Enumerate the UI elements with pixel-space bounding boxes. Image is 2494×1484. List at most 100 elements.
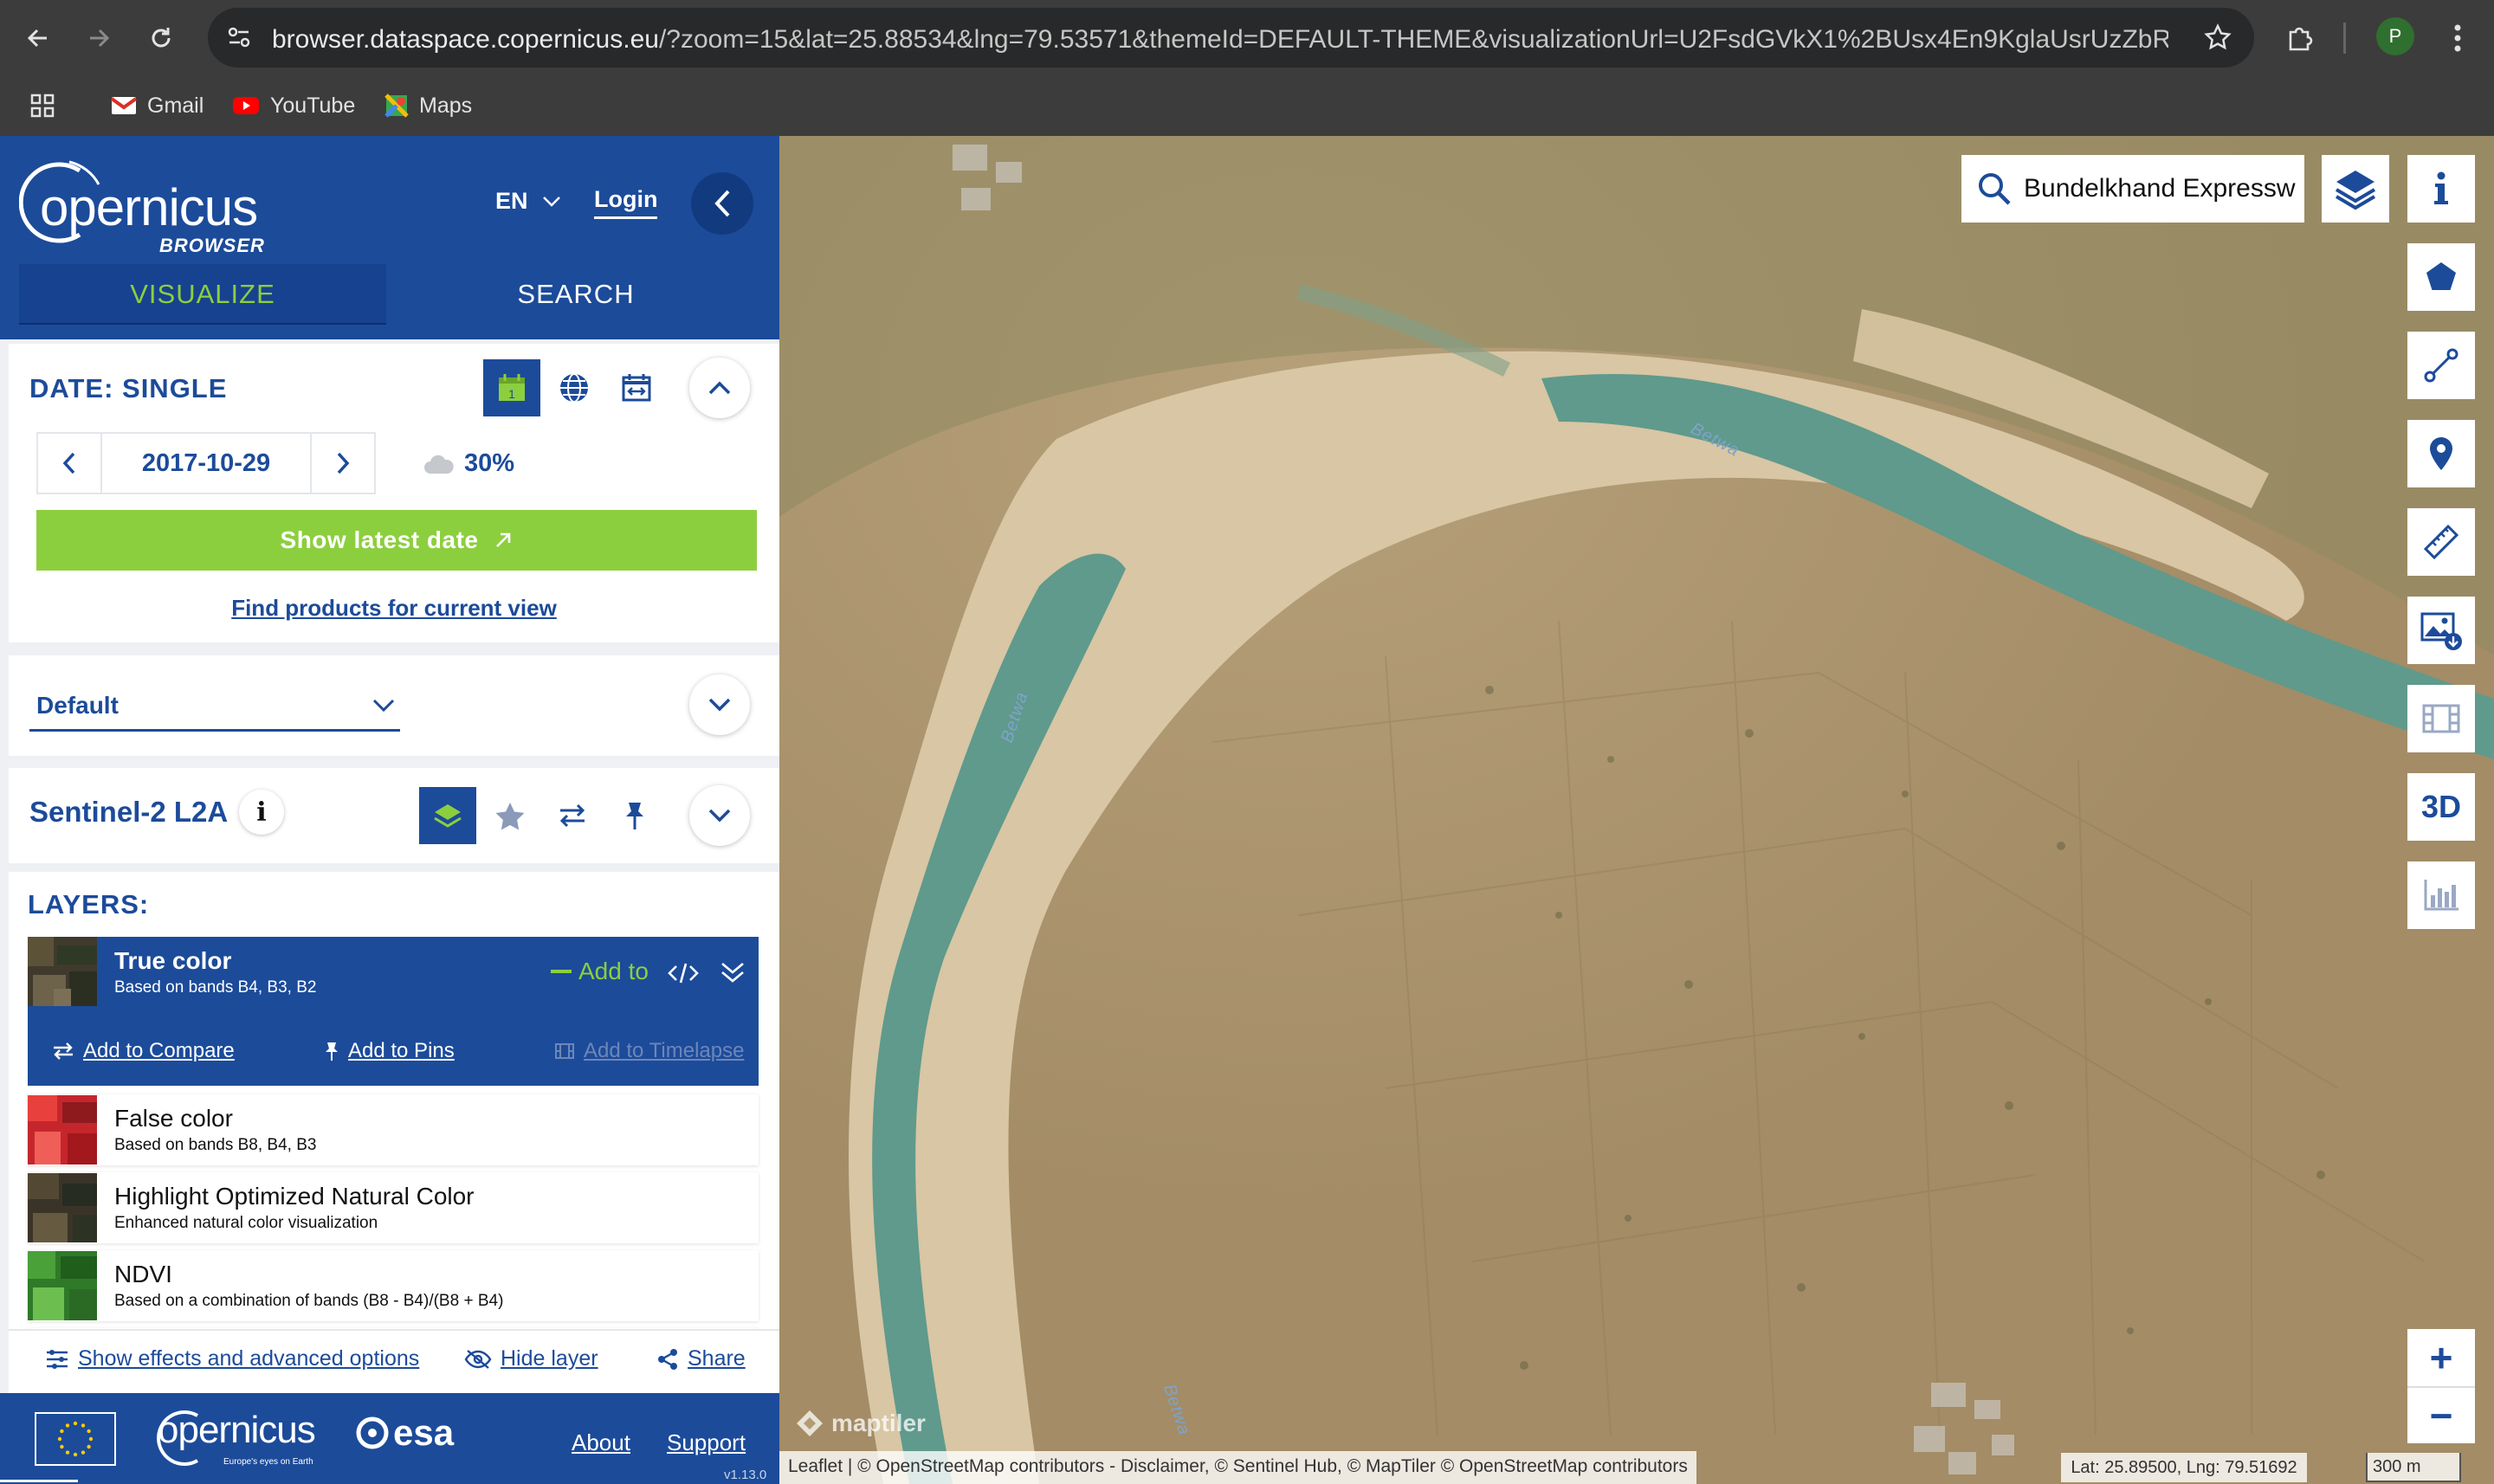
arrow-left-icon — [27, 29, 47, 48]
apps-button[interactable] — [29, 88, 55, 123]
tab-visualize[interactable]: VISUALIZE — [19, 264, 386, 325]
compare-arrows-icon — [559, 803, 585, 828]
draw-line-button[interactable] — [2407, 332, 2475, 399]
back-button[interactable] — [14, 14, 62, 62]
expand-theme-button[interactable] — [689, 674, 750, 735]
version-label: v1.13.0 — [724, 1468, 767, 1482]
show-effects-link[interactable]: Show effects and advanced options — [45, 1346, 419, 1371]
extensions-button[interactable] — [2276, 14, 2324, 62]
layer-item-ndvi[interactable]: NDVI Based on a combination of bands (B8… — [28, 1250, 759, 1321]
base-layers-button[interactable] — [2322, 155, 2389, 223]
add-to-timelapse-link[interactable]: Add to Timelapse — [554, 1039, 744, 1063]
add-to-pins-link[interactable]: Add to Pins — [324, 1039, 455, 1063]
zoom-out-button[interactable]: − — [2407, 1386, 2475, 1443]
chevron-up-icon — [708, 381, 731, 395]
maptiler-mark-icon — [797, 1410, 823, 1436]
theme-select[interactable]: Default — [29, 681, 400, 732]
collapse-date-panel-button[interactable] — [689, 358, 750, 418]
date-picker: 2017-10-29 — [36, 432, 376, 494]
share-link[interactable]: Share — [656, 1346, 746, 1371]
measure-button[interactable] — [2407, 508, 2475, 576]
date-range-mode-button[interactable] — [608, 359, 665, 416]
next-date-button[interactable] — [312, 434, 374, 493]
bookmarks-bar: Gmail YouTube Maps — [0, 83, 2494, 128]
add-to-compare-link[interactable]: Add to Compare — [52, 1039, 235, 1063]
line-icon — [2424, 348, 2458, 383]
3d-view-button[interactable]: 3D — [2407, 773, 2475, 841]
sidebar-header: opernicus BROWSER EN Login VISUALIZE SEA… — [0, 136, 779, 339]
layer-description: Based on a combination of bands (B8 - B4… — [114, 1292, 504, 1310]
copernicus-logo[interactable]: opernicus BROWSER — [19, 148, 279, 269]
esa-logo-text: esa — [393, 1412, 455, 1453]
search-value: Bundelkhand Expressw — [2024, 174, 2296, 203]
language-selector[interactable]: EN — [495, 188, 561, 215]
sidebar-footer: opernicus Europe's eyes on Earth esa Abo… — [0, 1393, 779, 1484]
mosaic-mode-button[interactable] — [546, 359, 603, 416]
date-input[interactable]: 2017-10-29 — [100, 434, 312, 493]
forward-button[interactable] — [74, 14, 123, 62]
support-link[interactable]: Support — [667, 1429, 746, 1456]
layers-view-button[interactable] — [419, 787, 476, 844]
profile-avatar[interactable]: P — [2376, 17, 2414, 55]
map-pin-icon — [2430, 437, 2452, 470]
single-date-mode-button[interactable]: 1 — [483, 359, 540, 416]
layer-name: True color — [114, 947, 232, 974]
favorites-button[interactable] — [481, 787, 539, 844]
globe-icon — [560, 373, 588, 403]
reload-icon — [152, 28, 171, 48]
chevron-left-icon — [62, 452, 75, 474]
map-view[interactable]: Betwa Betwa Betwa Bundelkhand Expressw 3… — [779, 136, 2494, 1484]
layer-item-true-color[interactable]: True color Based on bands B4, B3, B2 Add… — [28, 937, 759, 1086]
eu-flag-logo[interactable] — [35, 1412, 116, 1466]
map-attribution[interactable]: Leaflet | © OpenStreetMap contributors -… — [779, 1451, 1696, 1484]
find-products-link[interactable]: Find products for current view — [9, 595, 779, 622]
bookmark-youtube[interactable]: YouTube — [232, 88, 355, 123]
collapse-sidebar-button[interactable] — [691, 172, 753, 235]
add-to-button[interactable]: Add to — [551, 958, 649, 985]
location-search-input[interactable]: Bundelkhand Expressw — [1961, 155, 2304, 223]
previous-date-button[interactable] — [38, 434, 100, 493]
bookmark-maps[interactable]: Maps — [384, 88, 472, 123]
layer-name: False color — [114, 1105, 233, 1132]
browser-menu-button[interactable] — [2433, 14, 2482, 62]
maptiler-logo[interactable]: maptiler — [795, 1409, 926, 1438]
compare-arrows-icon — [54, 1042, 73, 1060]
expand-layer-button[interactable] — [714, 954, 752, 992]
reload-button[interactable] — [137, 14, 185, 62]
esa-logo[interactable]: esa — [355, 1412, 454, 1454]
bookmark-star-icon[interactable] — [2199, 18, 2237, 56]
collection-info-button[interactable]: i — [239, 790, 284, 835]
arrow-right-icon — [90, 29, 110, 48]
layers-title: LAYERS: — [28, 889, 150, 919]
timelapse-button[interactable] — [2407, 685, 2475, 752]
about-link[interactable]: About — [572, 1429, 630, 1456]
site-info-icon[interactable] — [220, 18, 258, 56]
show-latest-date-button[interactable]: Show latest date — [36, 510, 757, 571]
info-button[interactable] — [2407, 155, 2475, 223]
draw-polygon-button[interactable] — [2407, 243, 2475, 311]
star-icon — [495, 803, 525, 830]
tab-search[interactable]: SEARCH — [390, 264, 762, 325]
address-bar[interactable]: browser.dataspace.copernicus.eu/?zoom=15… — [208, 8, 2254, 68]
bookmark-gmail[interactable]: Gmail — [111, 88, 204, 123]
compare-button[interactable] — [544, 787, 601, 844]
browser-chrome: browser.dataspace.copernicus.eu/?zoom=15… — [0, 0, 2494, 136]
code-button[interactable] — [664, 954, 702, 992]
hide-layer-link[interactable]: Hide layer — [464, 1346, 598, 1371]
maptiler-label: maptiler — [831, 1410, 926, 1436]
layer-item-false-color[interactable]: False color Based on bands B8, B4, B3 — [28, 1094, 759, 1165]
satellite-imagery — [779, 136, 2494, 1484]
layer-name: Highlight Optimized Natural Color — [114, 1183, 475, 1210]
zoom-in-button[interactable]: + — [2407, 1329, 2475, 1386]
copernicus-footer-logo[interactable]: opernicus — [158, 1409, 316, 1452]
toolbar-divider — [2343, 23, 2346, 54]
image-download-button[interactable] — [2407, 597, 2475, 664]
cloud-coverage[interactable]: 30% — [423, 449, 514, 478]
login-link[interactable]: Login — [594, 186, 658, 219]
expand-collection-button[interactable] — [689, 785, 750, 846]
statistics-button[interactable] — [2407, 861, 2475, 929]
place-marker-button[interactable] — [2407, 420, 2475, 487]
layer-item-highlight-optimized[interactable]: Highlight Optimized Natural Color Enhanc… — [28, 1172, 759, 1243]
chevron-down-icon — [542, 196, 560, 207]
pins-button[interactable] — [606, 787, 663, 844]
